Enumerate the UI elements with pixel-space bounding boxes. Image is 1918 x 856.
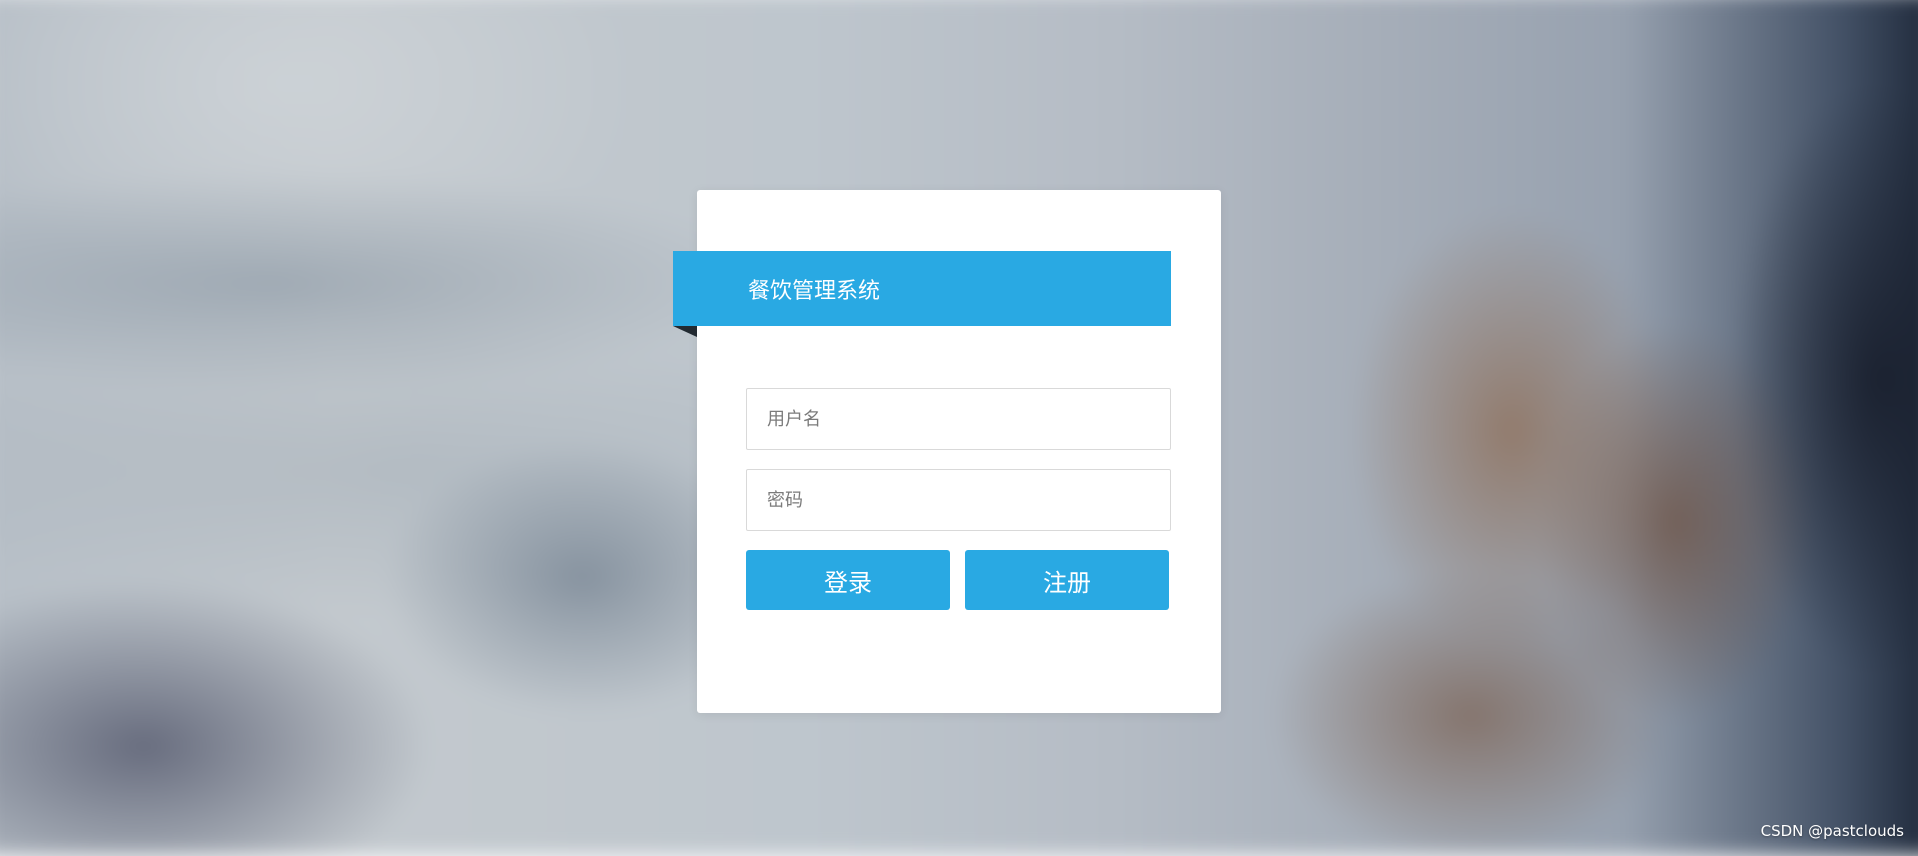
title-banner: 餐饮管理系统: [673, 251, 1171, 326]
register-button[interactable]: 注册: [965, 550, 1169, 610]
watermark-text: CSDN @pastclouds: [1760, 822, 1904, 840]
system-title: 餐饮管理系统: [748, 278, 881, 304]
username-input[interactable]: [746, 388, 1171, 450]
password-input[interactable]: [746, 469, 1171, 531]
login-button[interactable]: 登录: [746, 550, 950, 610]
